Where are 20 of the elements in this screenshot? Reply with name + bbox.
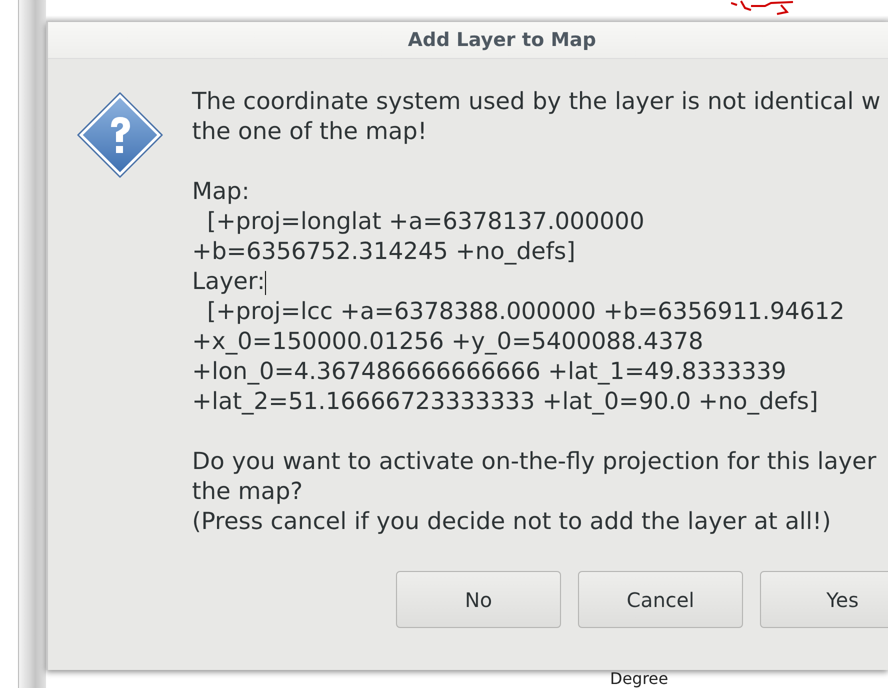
dialog-button[interactable]: Cancel	[578, 571, 743, 628]
message-text: +x_0=150000.01256 +y_0=5400088.4378	[192, 327, 704, 355]
question-icon	[76, 91, 164, 179]
message-text: the map?	[192, 477, 303, 505]
message-text: Layer:	[192, 267, 266, 295]
message-text: The coordinate system used by the layer is not identical w	[192, 87, 880, 115]
dialog-button[interactable]: No	[396, 571, 561, 628]
message-text: +lon_0=4.367486666666666 +lat_1=49.8333339	[192, 357, 786, 385]
dialog-title: Add Layer to Map	[408, 29, 596, 51]
message-text: +b=6356752.314245 +no_defs]	[192, 237, 576, 265]
message-text: [+proj=lcc +a=6378388.000000 +b=6356911.94612	[206, 297, 845, 325]
dialog-button[interactable]: Yes	[760, 571, 888, 628]
message-text: +lat_2=51.16666723333333 +lat_0=90.0 +no_defs]	[192, 387, 818, 415]
text-cursor	[265, 270, 266, 295]
message-text: the one of the map!	[192, 117, 428, 145]
message-text: [+proj=longlat +a=6378137.000000	[206, 207, 644, 235]
message-text: (Press cancel if you decide not to add the layer at all!)	[192, 507, 831, 535]
message-text: Map:	[192, 177, 250, 205]
axis-label: Degree	[610, 670, 668, 687]
message-text: Do you want to activate on-the-fly projection for this layer	[192, 447, 876, 475]
